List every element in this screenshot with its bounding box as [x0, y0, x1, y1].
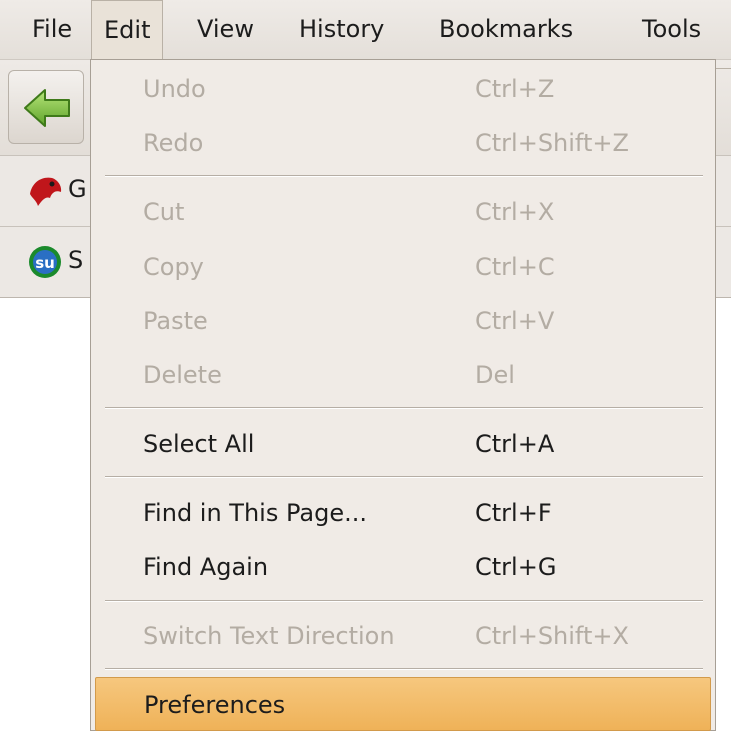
menu-view[interactable]: View	[185, 0, 266, 59]
menu-item-shortcut: Ctrl+X	[475, 198, 555, 226]
menu-separator	[105, 476, 703, 478]
menu-item-shortcut: Ctrl+F	[475, 499, 552, 527]
menu-item-label: Paste	[143, 307, 208, 335]
menu-item-shortcut: Del	[475, 361, 515, 389]
menubar: File Edit View History Bookmarks Tools	[0, 0, 731, 60]
menu-item-delete[interactable]: Delete Del	[95, 348, 711, 402]
stumble-label[interactable]: S	[68, 246, 83, 274]
menu-item-shortcut: Ctrl+G	[475, 553, 557, 581]
menu-item-label: Find Again	[143, 553, 269, 581]
menu-item-undo[interactable]: Undo Ctrl+Z	[95, 62, 711, 116]
menu-edit[interactable]: Edit	[91, 0, 164, 60]
back-button[interactable]	[8, 70, 84, 144]
menu-separator	[105, 407, 703, 409]
menu-item-preferences[interactable]: Preferences	[95, 677, 711, 731]
menu-separator	[105, 175, 703, 177]
menu-item-shortcut: Ctrl+Z	[475, 75, 555, 103]
menu-history[interactable]: History	[287, 0, 396, 59]
menu-separator	[105, 600, 703, 602]
menu-item-switch-text-direction[interactable]: Switch Text Direction Ctrl+Shift+X	[95, 609, 711, 663]
edit-menu: Undo Ctrl+Z Redo Ctrl+Shift+Z Cut Ctrl+X…	[90, 59, 716, 731]
menu-tools[interactable]: Tools	[630, 0, 713, 59]
menu-item-cut[interactable]: Cut Ctrl+X	[95, 185, 711, 239]
menu-item-shortcut: Ctrl+V	[475, 307, 555, 335]
menu-item-find-again[interactable]: Find Again Ctrl+G	[95, 540, 711, 594]
menu-item-shortcut: Ctrl+A	[475, 430, 555, 458]
menu-item-label: Copy	[143, 253, 204, 281]
menu-item-label: Undo	[143, 75, 206, 103]
menu-item-paste[interactable]: Paste Ctrl+V	[95, 294, 711, 348]
menu-item-select-all[interactable]: Select All Ctrl+A	[95, 417, 711, 471]
menu-item-copy[interactable]: Copy Ctrl+C	[95, 240, 711, 294]
menu-item-redo[interactable]: Redo Ctrl+Shift+Z	[95, 116, 711, 170]
menu-item-shortcut: Ctrl+Shift+X	[475, 622, 629, 650]
menu-item-find-in-page[interactable]: Find in This Page... Ctrl+F	[95, 486, 711, 540]
menu-item-label: Preferences	[144, 691, 286, 719]
browser-window: File Edit View History Bookmarks Tools G…	[0, 0, 731, 731]
bookmark-item-1-label[interactable]: G	[68, 175, 87, 203]
menu-item-shortcut: Ctrl+C	[475, 253, 555, 281]
menu-item-label: Redo	[143, 129, 204, 157]
menu-item-shortcut: Ctrl+Shift+Z	[475, 129, 629, 157]
menu-bookmarks[interactable]: Bookmarks	[427, 0, 585, 59]
menu-item-label: Switch Text Direction	[143, 622, 395, 650]
menu-item-label: Cut	[143, 198, 185, 226]
menu-item-label: Find in This Page...	[143, 499, 367, 527]
bookmark-favicon-icon	[30, 177, 62, 206]
stumbleupon-icon: su	[29, 246, 61, 278]
menu-separator	[105, 668, 703, 670]
menu-item-label: Select All	[143, 430, 255, 458]
svg-text:su: su	[35, 254, 55, 272]
back-arrow-icon	[24, 89, 70, 127]
menu-item-label: Delete	[143, 361, 222, 389]
menu-file[interactable]: File	[20, 0, 84, 59]
